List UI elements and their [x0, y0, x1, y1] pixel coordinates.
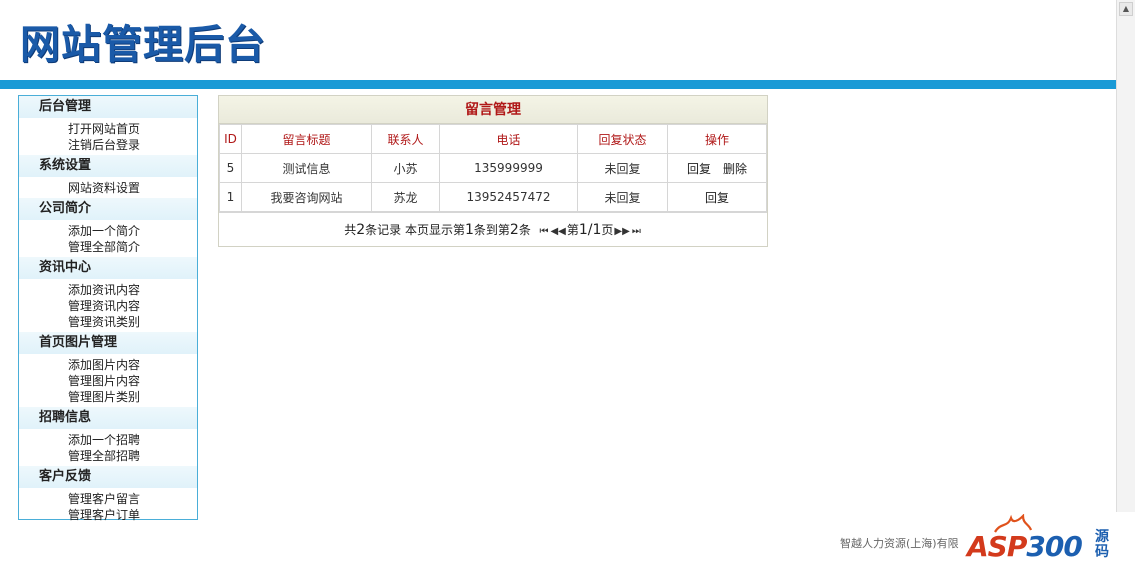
panel-title: 留言管理: [219, 96, 767, 124]
sidebar-group-news: 资讯中心 添加资讯内容 管理资讯内容 管理资讯类别: [19, 257, 197, 332]
table-row: 5 测试信息 小苏 135999999 未回复 回复 删除: [219, 153, 767, 183]
cell-title: 我要咨询网站: [241, 182, 372, 212]
pager-suffix: 条: [518, 223, 531, 237]
sidebar-group-company: 公司简介 添加一个简介 管理全部简介: [19, 198, 197, 257]
cell-actions: 回复: [667, 182, 767, 212]
pager-prefix: 共: [344, 223, 357, 237]
sidebar-item-site-settings[interactable]: 网站资料设置: [19, 180, 197, 196]
pager-records-text: 条记录 本页显示第: [365, 223, 465, 237]
sidebar-item-logout[interactable]: 注销后台登录: [19, 137, 197, 153]
messages-table: ID 留言标题 联系人 电话 回复状态 操作 5 测试信息 小苏 1359999…: [219, 124, 767, 212]
cell-reply-status: 未回复: [577, 182, 668, 212]
table-header-row: ID 留言标题 联系人 电话 回复状态 操作: [219, 124, 767, 154]
sidebar-group-title: 招聘信息: [19, 407, 197, 429]
pagination-bar: 共2条记录 本页显示第1条到第2条 ⏮ ◀◀第1/1页▶▶ ⏭: [219, 212, 767, 246]
cell-id: 5: [219, 153, 242, 183]
cell-contact: 小苏: [371, 153, 440, 183]
sidebar-item-manage-orders[interactable]: 管理客户订单: [19, 507, 197, 523]
footer-copyright: 智越人力资源(上海)有限: [840, 537, 959, 550]
sidebar-item-open-site[interactable]: 打开网站首页: [19, 121, 197, 137]
page-suffix: 页: [601, 223, 614, 237]
pager-total-count: 2: [356, 222, 366, 238]
pager-to: 2: [509, 222, 519, 238]
cell-actions: 回复 删除: [667, 153, 767, 183]
sidebar-item-image-categories[interactable]: 管理图片类别: [19, 389, 197, 405]
sidebar-group-title: 后台管理: [19, 96, 197, 118]
watermark-cn-top: 源: [1095, 529, 1109, 545]
cell-reply-status: 未回复: [577, 153, 668, 183]
delete-link[interactable]: 删除: [723, 162, 747, 176]
page-prefix: 第: [566, 223, 579, 237]
message-management-panel: 留言管理 ID 留言标题 联系人 电话 回复状态 操作 5 测试信息 小苏 13…: [218, 95, 768, 247]
cell-id: 1: [219, 182, 242, 212]
sidebar-item-manage-messages[interactable]: 管理客户留言: [19, 491, 197, 507]
scroll-up-arrow-icon[interactable]: ▲: [1119, 2, 1133, 16]
site-admin-title: 网站管理后台: [20, 22, 266, 68]
sidebar-group-title: 公司简介: [19, 198, 197, 220]
sidebar-item-manage-news[interactable]: 管理资讯内容: [19, 298, 197, 314]
sidebar-group-admin: 后台管理 打开网站首页 注销后台登录: [19, 96, 197, 155]
sidebar-item-manage-images[interactable]: 管理图片内容: [19, 373, 197, 389]
header: 网站管理后台: [0, 0, 1116, 82]
sidebar-group-feedback: 客户反馈 管理客户留言 管理客户订单: [19, 466, 197, 525]
watermark-cn-bottom: 码: [1095, 544, 1109, 560]
next-page-icon[interactable]: ▶▶: [614, 226, 629, 237]
sidebar-group-jobs: 招聘信息 添加一个招聘 管理全部招聘: [19, 407, 197, 466]
column-header-actions: 操作: [667, 124, 767, 154]
sidebar-item-news-categories[interactable]: 管理资讯类别: [19, 314, 197, 330]
watermark-brand-b: 300: [1026, 530, 1082, 563]
cell-phone: 135999999: [439, 153, 578, 183]
vertical-scrollbar[interactable]: ▲: [1116, 0, 1135, 512]
last-page-icon[interactable]: ⏭: [632, 226, 641, 237]
cell-phone: 13952457472: [439, 182, 578, 212]
column-header-phone: 电话: [439, 124, 578, 154]
column-header-status: 回复状态: [577, 124, 668, 154]
prev-page-icon[interactable]: ◀◀: [550, 226, 565, 237]
sidebar-item-add-news[interactable]: 添加资讯内容: [19, 282, 197, 298]
sidebar-group-title: 客户反馈: [19, 466, 197, 488]
sidebar-group-title: 首页图片管理: [19, 332, 197, 354]
sidebar-menu: 后台管理 打开网站首页 注销后台登录 系统设置 网站资料设置 公司简介 添加一个…: [18, 95, 198, 522]
sidebar-group-title: 资讯中心: [19, 257, 197, 279]
sidebar-group-title: 系统设置: [19, 155, 197, 177]
first-page-icon[interactable]: ⏮: [539, 226, 548, 237]
column-header-contact: 联系人: [371, 124, 440, 154]
watermark-logo: ASP300 源 码: [963, 512, 1128, 564]
cell-title: 测试信息: [241, 153, 372, 183]
pager-mid-text: 条到第: [473, 223, 510, 237]
sidebar-item-add-intro[interactable]: 添加一个简介: [19, 223, 197, 239]
reply-link[interactable]: 回复: [687, 162, 711, 176]
sidebar-item-add-image[interactable]: 添加图片内容: [19, 357, 197, 373]
table-row: 1 我要咨询网站 苏龙 13952457472 未回复 回复: [219, 182, 767, 212]
column-header-title: 留言标题: [241, 124, 372, 154]
sidebar-item-manage-jobs[interactable]: 管理全部招聘: [19, 448, 197, 464]
column-header-id: ID: [219, 124, 242, 154]
reply-link[interactable]: 回复: [705, 191, 729, 205]
sidebar-item-add-job[interactable]: 添加一个招聘: [19, 432, 197, 448]
sidebar-item-manage-intros[interactable]: 管理全部简介: [19, 239, 197, 255]
header-divider-bar: [0, 80, 1116, 89]
cell-contact: 苏龙: [371, 182, 440, 212]
sidebar-group-system: 系统设置 网站资料设置: [19, 155, 197, 198]
page-indicator: 1/1: [578, 222, 602, 238]
pager-from: 1: [464, 222, 474, 238]
watermark-brand-a: ASP: [967, 530, 1027, 563]
sidebar-group-images: 首页图片管理 添加图片内容 管理图片内容 管理图片类别: [19, 332, 197, 407]
